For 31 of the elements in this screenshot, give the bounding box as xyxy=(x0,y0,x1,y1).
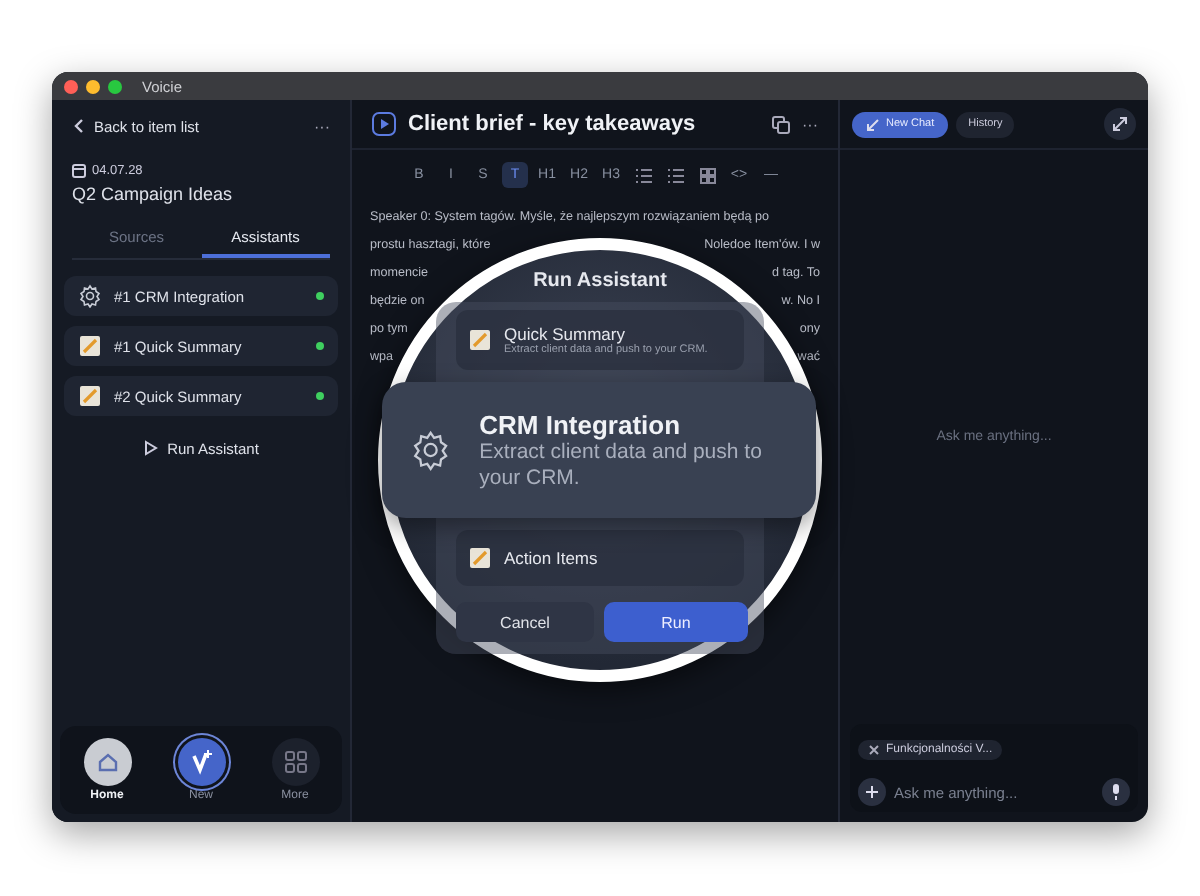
calendar-icon xyxy=(72,164,86,178)
notepad-icon xyxy=(78,334,102,358)
run-button[interactable]: Run xyxy=(604,602,748,642)
arrow-icon xyxy=(866,117,880,131)
more-button[interactable]: ··· xyxy=(802,115,818,133)
copy-icon[interactable] xyxy=(772,115,790,133)
cancel-button[interactable]: Cancel xyxy=(456,602,594,642)
notepad-icon xyxy=(468,546,492,570)
grid-icon[interactable] xyxy=(694,162,720,188)
notepad-icon xyxy=(468,328,492,352)
chevron-left-icon xyxy=(72,118,84,134)
plus-icon[interactable] xyxy=(858,778,886,806)
play-icon xyxy=(143,440,158,456)
sparkle-letter-icon xyxy=(187,748,215,776)
home-icon xyxy=(95,750,119,774)
close-button[interactable] xyxy=(64,79,78,93)
microphone-icon[interactable] xyxy=(1102,778,1130,806)
notepad-icon xyxy=(78,384,102,408)
assistant-option[interactable]: CRM Integration Extract client data and push to your CRM. xyxy=(382,382,816,518)
dialog-title: Run Assistant xyxy=(533,270,667,292)
close-icon[interactable] xyxy=(868,744,880,756)
project-title: Q2 Campaign Ideas xyxy=(70,182,235,204)
document-title: Client brief - key takeaways xyxy=(408,112,698,136)
maximize-button[interactable] xyxy=(108,79,122,93)
minimize-button[interactable] xyxy=(86,79,100,93)
play-icon xyxy=(372,112,396,136)
gear-icon xyxy=(78,284,102,308)
assistant-option[interactable]: Action Items xyxy=(456,530,744,586)
grid-icon xyxy=(283,750,307,774)
more-button[interactable]: ··· xyxy=(314,117,330,135)
expand-icon[interactable] xyxy=(1104,108,1136,140)
